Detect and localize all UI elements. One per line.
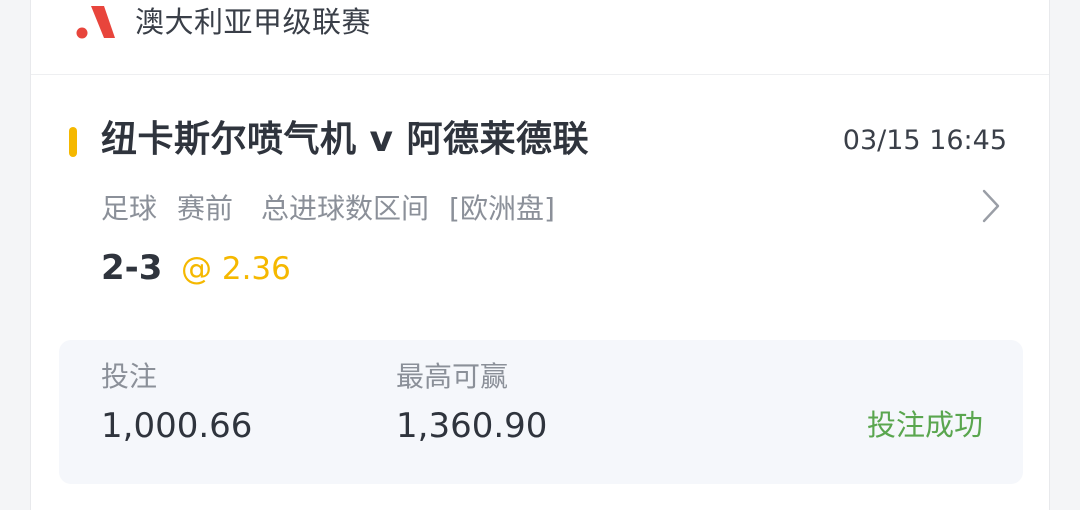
league-name: 澳大利亚甲级联赛 bbox=[135, 5, 372, 39]
match-time: 03/15 16:45 bbox=[842, 125, 1007, 156]
bet-meta-row: 足球 赛前 总进球数区间 [欧洲盘] bbox=[101, 192, 575, 226]
max-win-label: 最高可赢 bbox=[396, 360, 509, 393]
stake-value: 1,000.66 bbox=[101, 406, 253, 446]
bet-status: 投注成功 bbox=[866, 408, 983, 442]
max-win-value: 1,360.90 bbox=[396, 406, 548, 446]
odds-type-label: [欧洲盘] bbox=[449, 192, 555, 225]
stake-label: 投注 bbox=[101, 360, 158, 393]
match-accent-bar bbox=[69, 127, 77, 157]
bet-summary-box: 投注 1,000.66 最高可赢 1,360.90 投注成功 bbox=[59, 340, 1023, 484]
bet-odds: @ 2.36 bbox=[181, 251, 291, 287]
stage-label: 赛前 bbox=[177, 192, 234, 225]
market-label: 总进球数区间 bbox=[261, 192, 430, 225]
match-title: 纽卡斯尔喷气机 v 阿德莱德联 bbox=[101, 119, 590, 160]
sport-label: 足球 bbox=[101, 192, 158, 225]
bet-selection: 2-3 bbox=[101, 248, 163, 288]
brand-logo-icon bbox=[76, 6, 115, 39]
chevron-right-icon[interactable] bbox=[981, 188, 1001, 224]
bet-record-card: 澳大利亚甲级联赛 纽卡斯尔喷气机 v 阿德莱德联 03/15 16:45 足球赛… bbox=[30, 0, 1050, 510]
league-header: 澳大利亚甲级联赛 bbox=[31, 0, 1049, 75]
